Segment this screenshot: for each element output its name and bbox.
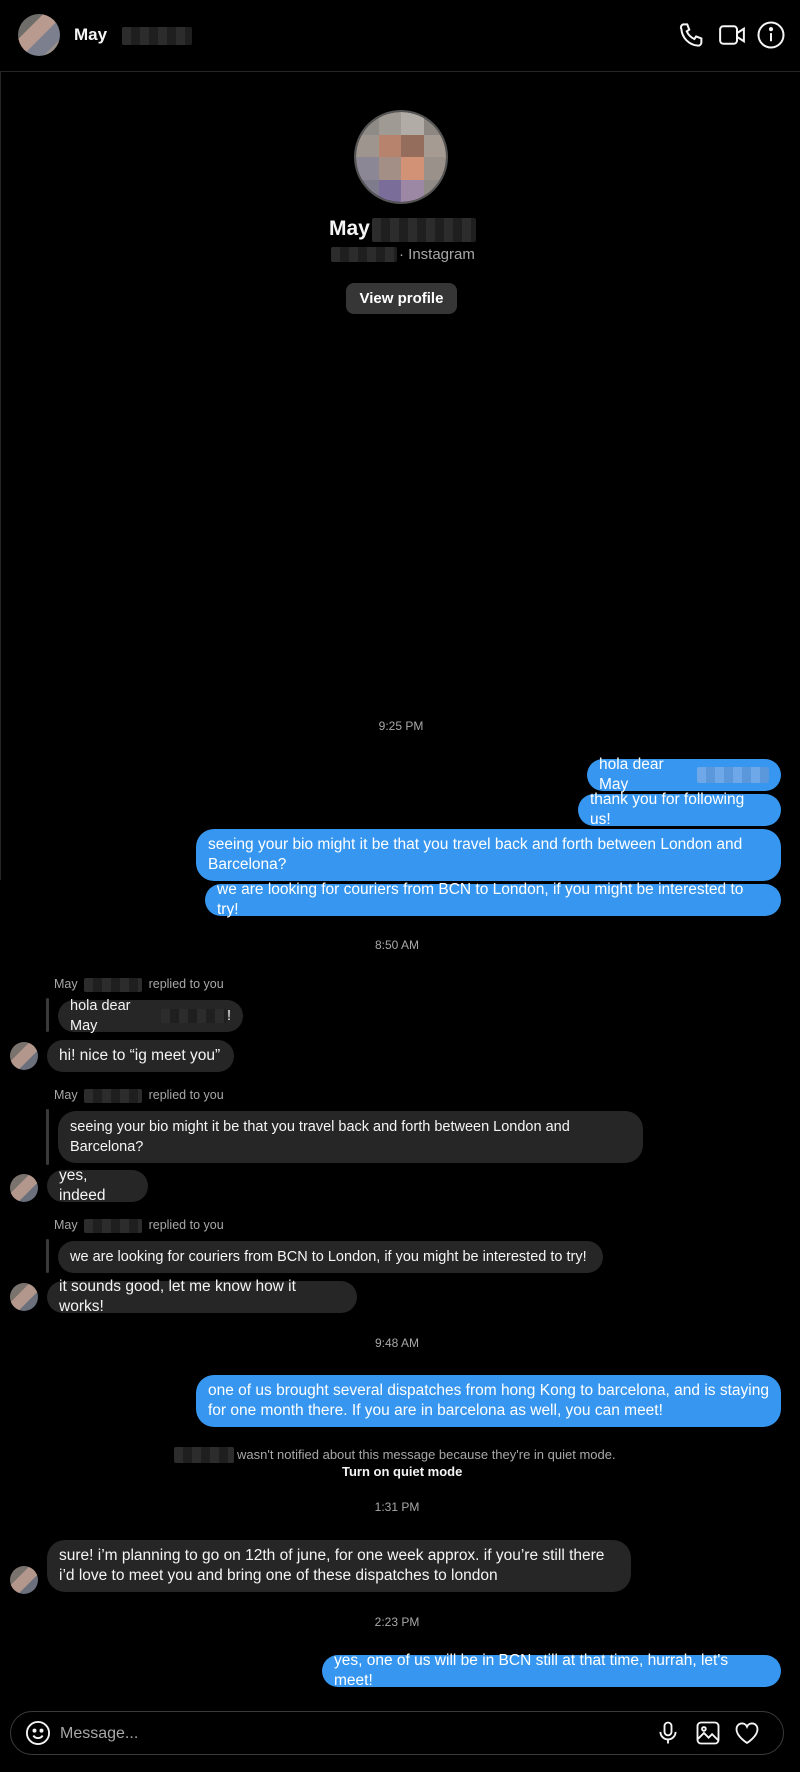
replied-name: May bbox=[54, 977, 78, 991]
sender-avatar[interactable] bbox=[10, 1174, 38, 1202]
message-text: hola dear May bbox=[599, 756, 664, 793]
sender-avatar[interactable] bbox=[10, 1566, 38, 1594]
timestamp: 2:23 PM bbox=[374, 1615, 420, 1629]
reply-header: May replied to you bbox=[54, 977, 224, 992]
header-contact-name[interactable]: May bbox=[74, 25, 107, 45]
timestamp: 9:25 PM bbox=[378, 719, 424, 733]
timestamp: 9:48 AM bbox=[374, 1336, 420, 1350]
outgoing-message[interactable]: we are looking for couriers from BCN to … bbox=[205, 881, 781, 918]
reply-header: May replied to you bbox=[54, 1088, 224, 1103]
image-icon[interactable] bbox=[694, 1719, 722, 1747]
divider bbox=[0, 72, 1, 880]
profile-avatar[interactable] bbox=[354, 110, 448, 204]
redacted-surname bbox=[161, 1009, 227, 1023]
info-icon[interactable] bbox=[756, 20, 786, 50]
microphone-icon[interactable] bbox=[654, 1719, 682, 1747]
redacted-surname bbox=[84, 1218, 143, 1233]
quoted-message[interactable]: we are looking for couriers from BCN to … bbox=[58, 1241, 603, 1273]
timestamp: 1:31 PM bbox=[374, 1500, 420, 1514]
redacted-surname bbox=[122, 27, 192, 45]
emoji-icon[interactable] bbox=[24, 1719, 52, 1747]
reply-header: May replied to you bbox=[54, 1218, 224, 1233]
incoming-message[interactable]: hi! nice to “ig meet you” bbox=[47, 1040, 234, 1072]
incoming-message[interactable]: it sounds good, let me know how it works… bbox=[47, 1278, 357, 1315]
timestamp: 8:50 AM bbox=[374, 938, 420, 952]
redacted-surname bbox=[84, 977, 143, 992]
header-avatar[interactable] bbox=[18, 14, 60, 56]
quiet-mode-note: wasn't notified about this message becau… bbox=[237, 1447, 616, 1462]
incoming-message[interactable]: sure! i’m planning to go on 12th of june… bbox=[47, 1540, 631, 1592]
outgoing-message[interactable]: seeing your bio might it be that you tra… bbox=[196, 829, 781, 881]
incoming-message[interactable]: yes, indeed bbox=[47, 1167, 148, 1204]
redacted-surname bbox=[372, 218, 476, 242]
redacted-surname bbox=[697, 767, 769, 783]
message-input[interactable] bbox=[60, 1724, 560, 1744]
profile-subtitle: · Instagram bbox=[399, 246, 475, 263]
sender-avatar[interactable] bbox=[10, 1283, 38, 1311]
replied-label: replied to you bbox=[148, 977, 224, 991]
replied-label: replied to you bbox=[148, 1088, 224, 1102]
quote-bar bbox=[46, 1239, 49, 1273]
quoted-message[interactable]: seeing your bio might it be that you tra… bbox=[58, 1111, 643, 1163]
quote-bar bbox=[46, 1109, 49, 1165]
video-camera-icon[interactable] bbox=[717, 20, 747, 50]
replied-name: May bbox=[54, 1218, 78, 1232]
quote-bar bbox=[46, 998, 49, 1032]
outgoing-message[interactable]: one of us brought several dispatches fro… bbox=[196, 1375, 781, 1427]
quoted-message[interactable]: hola dear May ! bbox=[58, 998, 243, 1034]
sender-avatar[interactable] bbox=[10, 1042, 38, 1070]
quoted-suffix: ! bbox=[226, 1008, 231, 1024]
quoted-text: hola dear May bbox=[70, 998, 131, 1034]
heart-icon[interactable] bbox=[733, 1719, 761, 1747]
replied-name: May bbox=[54, 1088, 78, 1102]
replied-label: replied to you bbox=[148, 1218, 224, 1232]
phone-icon[interactable] bbox=[677, 20, 707, 50]
profile-name: May bbox=[329, 217, 370, 240]
outgoing-message[interactable]: hola dear May bbox=[587, 756, 781, 793]
redacted-username bbox=[331, 247, 397, 262]
redacted-username bbox=[174, 1447, 234, 1463]
outgoing-message[interactable]: thank you for following us! bbox=[578, 791, 781, 828]
redacted-surname bbox=[84, 1088, 143, 1103]
outgoing-message[interactable]: yes, one of us will be in BCN still at t… bbox=[322, 1652, 781, 1689]
view-profile-button[interactable]: View profile bbox=[346, 283, 457, 314]
turn-on-quiet-mode-link[interactable]: Turn on quiet mode bbox=[342, 1464, 462, 1479]
